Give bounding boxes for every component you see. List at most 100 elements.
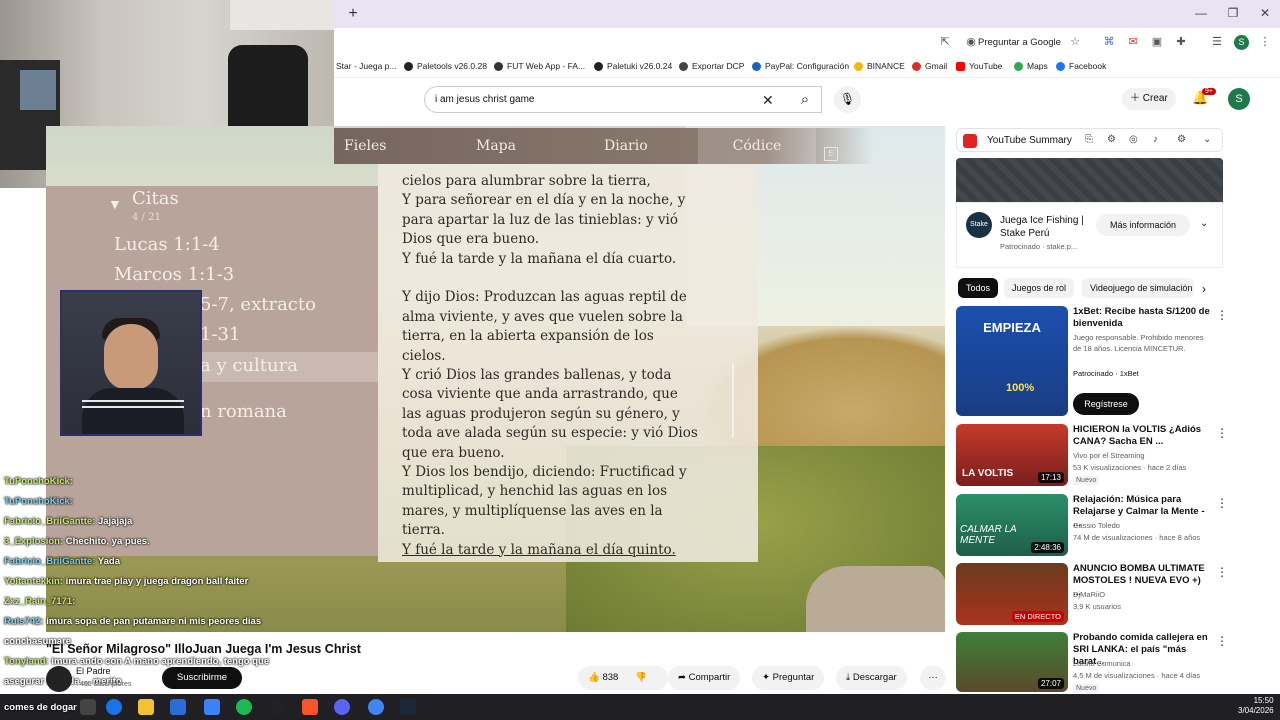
chrome-menu-icon[interactable]: ⋮ xyxy=(1258,35,1272,49)
register-button[interactable]: Regístrese xyxy=(1073,393,1139,415)
game-tab-codice[interactable]: Códice xyxy=(698,128,816,164)
channel-name[interactable]: El Padre xyxy=(76,666,111,676)
youtube-account-avatar[interactable]: S xyxy=(1228,88,1250,110)
chip-next-chevron-icon[interactable]: › xyxy=(1202,282,1206,296)
citation-item[interactable]: 1-31 xyxy=(200,324,240,345)
bookmark-paypal[interactable]: PayPal: Configuración xyxy=(752,61,849,71)
share-button[interactable]: ➦ Compartir xyxy=(668,666,741,690)
summary-audio-icon[interactable]: ♪ xyxy=(1153,134,1158,145)
video-menu-dots-icon[interactable]: ⋮ xyxy=(1216,426,1228,440)
gmail-extension-icon[interactable]: ✉ xyxy=(1126,35,1140,49)
channel-avatar[interactable] xyxy=(46,666,72,692)
close-window-button[interactable]: ✕ xyxy=(1250,6,1280,20)
video-menu-dots-icon[interactable]: ⋮ xyxy=(1216,634,1228,648)
more-actions-button[interactable]: ··· xyxy=(920,666,946,690)
game-tab-fieles[interactable]: Fieles xyxy=(344,138,386,154)
summary-settings-icon[interactable]: ⚙ xyxy=(1177,134,1186,145)
brave-taskbar-icon[interactable] xyxy=(302,699,318,715)
video-channel[interactable]: DjMaRiiO xyxy=(1073,589,1211,600)
obs-taskbar-icon[interactable] xyxy=(270,699,286,715)
ad-title[interactable]: Juega Ice Fishing | Stake Perú xyxy=(1000,214,1100,240)
game-tab-mapa[interactable]: Mapa xyxy=(476,138,516,154)
chat-username[interactable]: Tonyland: xyxy=(4,656,49,667)
game-tab-diario[interactable]: Diario xyxy=(604,138,648,154)
spotify-taskbar-icon[interactable] xyxy=(236,699,252,715)
file-explorer-taskbar-icon[interactable] xyxy=(138,699,154,715)
video-thumbnail[interactable]: CALMAR LA MENTE 2:48:36 xyxy=(956,494,1068,556)
bookmark-star-icon[interactable]: ☆ xyxy=(1068,35,1082,49)
maximize-button[interactable]: ❐ xyxy=(1218,6,1248,20)
ad-expand-chevron-icon[interactable]: ⌄ xyxy=(1200,218,1208,229)
search-taskbar-icon[interactable] xyxy=(80,699,96,715)
recommended-video[interactable]: 27:07 Probando comida callejera en SRI L… xyxy=(956,632,1228,694)
ad-banner-image[interactable] xyxy=(956,158,1223,202)
video-title[interactable]: 1xBet: Recibe hasta S/1200 de bienvenida xyxy=(1073,306,1211,330)
taskbar-clock[interactable]: 15:50 3/04/2026 xyxy=(1238,696,1274,716)
store-taskbar-icon[interactable] xyxy=(170,699,186,715)
clear-search-icon[interactable]: ✕ xyxy=(762,92,774,109)
steam-taskbar-icon[interactable] xyxy=(400,699,416,715)
download-button[interactable]: ⤓ Descargar xyxy=(836,666,907,690)
citation-item[interactable]: Marcos 1:1-3 xyxy=(114,264,234,285)
collapse-triangle-icon[interactable]: ▼ xyxy=(108,196,122,212)
summary-openai-icon[interactable]: ⚙ xyxy=(1107,134,1116,145)
new-tab-button[interactable]: + xyxy=(342,4,364,24)
mail-taskbar-icon[interactable] xyxy=(204,699,220,715)
translate-extension-icon[interactable]: ⌘ xyxy=(1102,35,1116,49)
bookmark-gmail[interactable]: Gmail xyxy=(912,61,947,71)
ask-google-button[interactable]: Preguntar a Google xyxy=(978,37,1061,48)
scripture-scrollbar[interactable] xyxy=(732,362,734,438)
summary-expand-chevron-icon[interactable]: ⌄ xyxy=(1203,134,1211,145)
chrome-taskbar-icon[interactable] xyxy=(368,699,384,715)
wallet-extension-icon[interactable]: ▣ xyxy=(1150,35,1164,49)
summary-glasses-icon[interactable]: ◎ xyxy=(1129,134,1138,145)
ad-more-info-button[interactable]: Más información xyxy=(1096,214,1190,236)
chat-username[interactable]: Yoltantekkin: xyxy=(4,576,63,587)
summary-copy-icon[interactable]: ⎘ xyxy=(1085,134,1093,145)
chrome-profile-avatar[interactable]: S xyxy=(1234,35,1249,50)
chat-username[interactable]: 3_Explosion: xyxy=(4,536,63,547)
chip-juegos-de-rol[interactable]: Juegos de rol xyxy=(1004,278,1075,298)
recommended-video[interactable]: EN DIRECTO ANUNCIO BOMBA ULTIMATE MOSTOL… xyxy=(956,563,1228,627)
citation-item[interactable]: 5-7, extracto xyxy=(200,294,316,315)
bookmark-star[interactable]: Star - Juega p... xyxy=(336,61,396,71)
chip-todos[interactable]: Todos xyxy=(958,278,999,298)
bookmark-paletools[interactable]: Paletools v26.0.28 xyxy=(404,61,487,71)
video-menu-dots-icon[interactable]: ⋮ xyxy=(1216,565,1228,579)
video-thumbnail[interactable]: EMPIEZA 100% xyxy=(956,306,1068,416)
chat-username[interactable]: TuPonchoKick: xyxy=(4,496,73,507)
minimize-button[interactable]: — xyxy=(1186,6,1216,20)
create-button[interactable]: ＋ Crear xyxy=(1122,88,1176,110)
subscribe-button[interactable]: Suscribirme xyxy=(162,667,242,689)
voice-search-mic-icon[interactable]: 🎙 xyxy=(834,86,861,113)
citation-item[interactable]: a y cultura xyxy=(200,355,298,376)
chat-username[interactable]: Zxz_Rain_7171: xyxy=(4,596,75,607)
search-icon[interactable]: ⌕ xyxy=(788,86,822,113)
bookmark-facebook[interactable]: Facebook xyxy=(1056,61,1106,71)
video-menu-dots-icon[interactable]: ⋮ xyxy=(1216,308,1228,322)
chat-username[interactable]: TuPonchoKick: xyxy=(4,476,73,487)
chat-username[interactable]: Ruis742: xyxy=(4,616,44,627)
reading-list-icon[interactable]: ☰ xyxy=(1210,35,1224,49)
bookmark-paletuki[interactable]: Paletuki v26.0.24 xyxy=(594,61,672,71)
google-lens-icon[interactable]: ◉ xyxy=(964,35,978,49)
video-channel[interactable]: Vivo por el Streaming xyxy=(1073,450,1211,461)
bookmark-exportar-dcp[interactable]: Exportar DCP xyxy=(679,61,744,71)
ask-button[interactable]: ✦ Preguntar xyxy=(752,666,825,690)
chip-videojuego-simulacion[interactable]: Videojuego de simulación xyxy=(1082,278,1194,298)
discord-taskbar-icon[interactable] xyxy=(334,699,350,715)
extensions-puzzle-icon[interactable]: ✚ xyxy=(1174,35,1188,49)
video-thumbnail[interactable]: 27:07 xyxy=(956,632,1068,692)
youtube-summary-extension[interactable]: YouTube Summary ⎘ ⚙ ◎ ♪ ⚙ ⌄ xyxy=(956,128,1223,152)
bookmark-fut-web-app[interactable]: FUT Web App - FA... xyxy=(494,61,585,71)
bookmark-maps[interactable]: Maps xyxy=(1014,61,1048,71)
video-channel[interactable]: Cassio Toledo xyxy=(1073,520,1211,531)
citation-item[interactable]: Lucas 1:1-4 xyxy=(114,234,220,255)
video-title[interactable]: HICIERON la VOLTIS ¿Adiós CANA? Sacha EN… xyxy=(1073,424,1211,448)
recommended-video[interactable]: LA VOLTIS 17:13 HICIERON la VOLTIS ¿Adió… xyxy=(956,424,1228,488)
video-thumbnail[interactable]: EN DIRECTO xyxy=(956,563,1068,625)
video-menu-dots-icon[interactable]: ⋮ xyxy=(1216,496,1228,510)
chat-username[interactable]: Fabricio_BriiGantte: xyxy=(4,556,95,567)
install-icon[interactable]: ⇱ xyxy=(938,35,952,49)
like-icon[interactable]: 👍 xyxy=(588,672,600,683)
